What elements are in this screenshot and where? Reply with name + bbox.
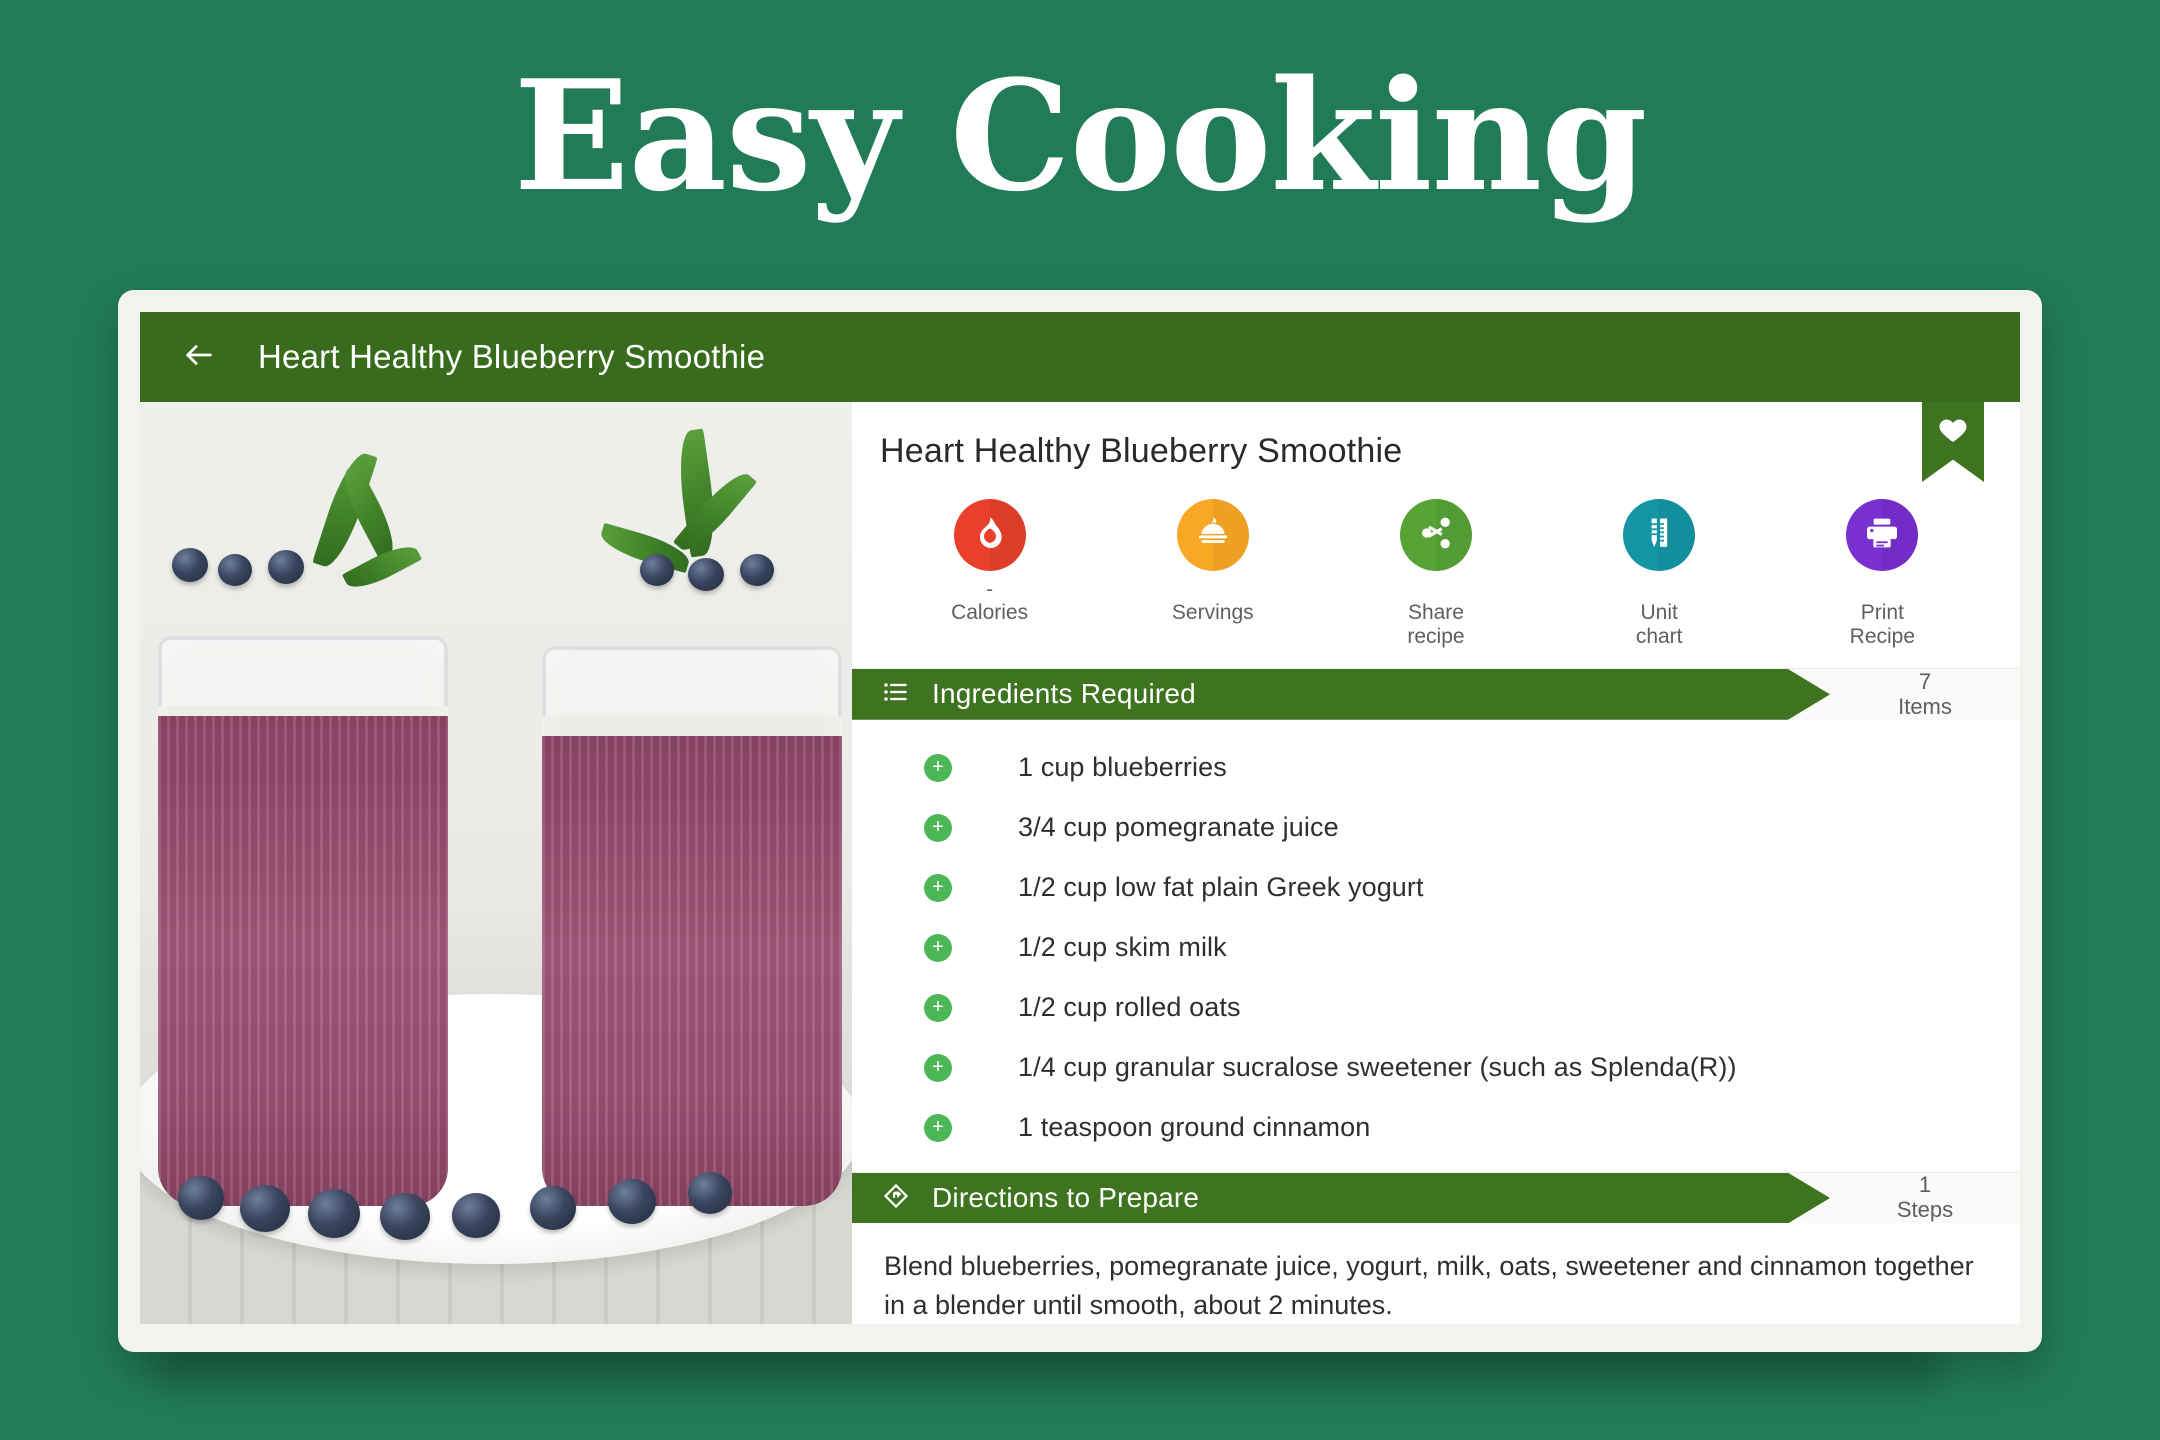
- list-item[interactable]: + 3/4 cup pomegranate juice: [852, 798, 2020, 858]
- direction-step-text: Blend blueberries, pomegranate juice, yo…: [884, 1251, 1974, 1320]
- photo-smoothie-left: [158, 716, 448, 1206]
- photo-blueberry: [308, 1189, 360, 1238]
- action-print-recipe[interactable]: Print Recipe: [1797, 499, 1967, 648]
- ingredients-list: + 1 cup blueberries + 3/4 cup pomegranat…: [852, 719, 2020, 1172]
- content-area: Heart Healthy Blueberry Smoothie - Calor…: [140, 402, 2020, 1324]
- arrow-left-icon: [182, 338, 216, 377]
- app-bar: Heart Healthy Blueberry Smoothie: [140, 312, 2020, 402]
- ingredient-text: 1/2 cup rolled oats: [1018, 992, 1241, 1023]
- action-servings[interactable]: Servings: [1128, 499, 1298, 625]
- directions-section-header[interactable]: Directions to Prepare 1 Steps: [852, 1171, 2020, 1224]
- list-icon: [882, 678, 910, 711]
- photo-blueberry: [380, 1193, 430, 1240]
- print-icon-circle: [1846, 499, 1919, 571]
- photo-blueberry: [608, 1179, 656, 1224]
- plus-icon[interactable]: +: [924, 753, 952, 782]
- directions-count: 1 Steps: [1830, 1173, 2020, 1224]
- list-item[interactable]: + 1/2 cup low fat plain Greek yogurt: [852, 858, 2020, 918]
- photo-blueberry: [688, 1172, 732, 1214]
- directions-body: Blend blueberries, pomegranate juice, yo…: [852, 1223, 2020, 1324]
- ingredient-text: 3/4 cup pomegranate juice: [1018, 812, 1339, 843]
- ingredient-text: 1/2 cup skim milk: [1018, 932, 1227, 963]
- action-share-recipe[interactable]: Share recipe: [1351, 499, 1521, 648]
- ingredients-count: 7 Items: [1830, 669, 2020, 720]
- ingredient-text: 1 cup blueberries: [1018, 752, 1227, 783]
- photo-blueberry: [640, 554, 674, 586]
- photo-blueberry: [240, 1185, 290, 1232]
- page-title: Easy Cooking: [513, 46, 1648, 225]
- photo-blueberry: [688, 558, 724, 591]
- directions-band: Directions to Prepare: [852, 1173, 1830, 1224]
- recipe-photo: [140, 402, 852, 1324]
- photo-blueberry: [172, 548, 208, 582]
- list-item[interactable]: + 1/4 cup granular sucralose sweetener (…: [852, 1038, 2020, 1098]
- back-button[interactable]: [172, 330, 226, 384]
- cloche-icon: [1193, 513, 1233, 558]
- servings-icon-circle: [1176, 499, 1249, 571]
- servings-label: Servings: [1171, 601, 1254, 624]
- calories-value: -: [986, 578, 994, 601]
- plus-icon[interactable]: +: [924, 1053, 952, 1082]
- unit-chart-label: Unit chart: [1635, 601, 1683, 648]
- plus-icon[interactable]: +: [924, 1113, 952, 1142]
- ingredient-text: 1 teaspoon ground cinnamon: [1018, 1112, 1371, 1143]
- printer-icon: [1862, 513, 1902, 558]
- directions-sign-icon: [882, 1182, 910, 1215]
- unit-chart-icon-circle: [1623, 499, 1696, 571]
- device-frame: Heart Healthy Blueberry Smoothie Heart H…: [118, 290, 2042, 1352]
- share-icon-circle: [1399, 499, 1472, 571]
- recipe-title: Heart Healthy Blueberry Smoothie: [880, 432, 1403, 470]
- directions-count-number: 1: [1918, 1172, 1932, 1198]
- app-bar-title: Heart Healthy Blueberry Smoothie: [258, 338, 766, 375]
- plus-icon[interactable]: +: [924, 993, 952, 1022]
- app-screen: Heart Healthy Blueberry Smoothie Heart H…: [140, 312, 2020, 1324]
- calories-label: Calories: [951, 601, 1029, 624]
- ingredient-text: 1/2 cup low fat plain Greek yogurt: [1018, 872, 1424, 903]
- directions-count-unit: Steps: [1896, 1197, 1954, 1223]
- photo-blueberry: [178, 1176, 224, 1220]
- share-icon: [1416, 513, 1456, 558]
- ruler-icon: [1639, 513, 1679, 558]
- ingredients-band: Ingredients Required: [852, 669, 1830, 720]
- photo-blueberry: [268, 550, 304, 584]
- ingredients-count-unit: Items: [1898, 693, 1952, 719]
- photo-glass-rim-right: [542, 646, 842, 716]
- plus-icon[interactable]: +: [924, 933, 952, 962]
- flame-heart-icon: [970, 513, 1010, 558]
- photo-smoothie-right: [542, 736, 842, 1206]
- ingredients-band-label: Ingredients Required: [932, 678, 1196, 710]
- calories-icon-circle: [953, 499, 1026, 571]
- photo-glass-rim-left: [158, 636, 448, 706]
- ingredients-count-number: 7: [1918, 668, 1932, 694]
- share-recipe-label: Share recipe: [1407, 601, 1465, 648]
- ingredients-section-header[interactable]: Ingredients Required 7 Items: [852, 668, 2020, 720]
- action-unit-chart[interactable]: Unit chart: [1574, 499, 1744, 648]
- photo-blueberry: [218, 554, 252, 586]
- photo-blueberry: [530, 1186, 576, 1230]
- list-item[interactable]: + 1 teaspoon ground cinnamon: [852, 1098, 2020, 1158]
- list-item[interactable]: + 1/2 cup skim milk: [852, 918, 2020, 978]
- photo-glass-left: [158, 636, 448, 1206]
- plus-icon[interactable]: +: [924, 813, 952, 842]
- plus-icon[interactable]: +: [924, 873, 952, 902]
- list-item[interactable]: + 1 cup blueberries: [852, 738, 2020, 798]
- action-calories[interactable]: - Calories: [905, 499, 1075, 625]
- ingredient-text: 1/4 cup granular sucralose sweetener (su…: [1018, 1052, 1737, 1083]
- recipe-detail-panel: Heart Healthy Blueberry Smoothie - Calor…: [852, 402, 2020, 1324]
- directions-band-label: Directions to Prepare: [932, 1182, 1200, 1214]
- list-item[interactable]: + 1/2 cup rolled oats: [852, 978, 2020, 1038]
- photo-blueberry: [452, 1193, 500, 1238]
- recipe-actions: - Calories Servings Share recipe Unit ch…: [852, 471, 2020, 668]
- print-recipe-label: Print Recipe: [1849, 601, 1916, 648]
- heart-icon: [1936, 414, 1970, 451]
- photo-blueberry: [740, 554, 774, 586]
- photo-glass-right: [542, 646, 842, 1206]
